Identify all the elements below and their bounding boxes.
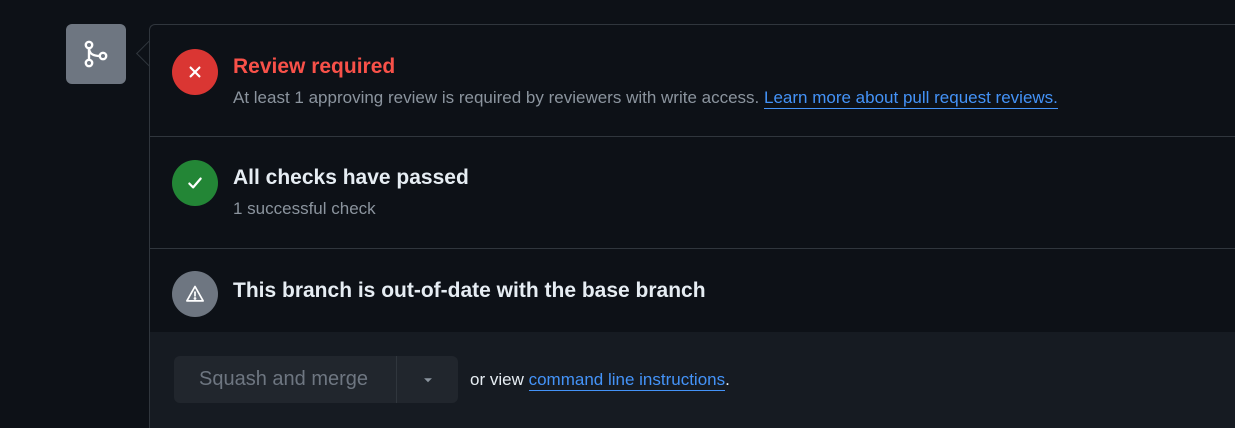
review-required-description: At least 1 approving review is required … [233,88,1058,109]
merge-help-text: or view command line instructions. [470,370,730,391]
merge-status-panel: Review required At least 1 approving rev… [149,24,1235,428]
alert-icon [172,271,218,317]
check-circle-icon [172,160,218,206]
merge-help-prefix: or view [470,370,524,389]
branch-status-title: This branch is out-of-date with the base… [233,279,706,302]
x-circle-icon [172,49,218,95]
merge-method-dropdown[interactable] [396,356,458,403]
review-required-section: Review required At least 1 approving rev… [150,25,1235,137]
merge-help-suffix: . [725,370,730,389]
checks-title: All checks have passed [233,166,469,189]
learn-more-reviews-link[interactable]: Learn more about pull request reviews. [764,88,1058,109]
command-line-instructions-link[interactable]: command line instructions [528,370,726,391]
triangle-down-icon [423,377,432,382]
branch-status-section: This branch is out-of-date with the base… [150,248,1235,333]
checks-section: All checks have passed 1 successful chec… [150,136,1235,249]
squash-and-merge-button[interactable]: Squash and merge [174,356,458,403]
checks-description: 1 successful check [233,199,376,218]
git-merge-icon [66,24,126,84]
review-description-text: At least 1 approving review is required … [233,88,760,107]
review-required-title: Review required [233,55,396,78]
merge-actions-section: Squash and merge or view command line in… [150,332,1235,428]
merge-button-label: Squash and merge [199,368,369,390]
